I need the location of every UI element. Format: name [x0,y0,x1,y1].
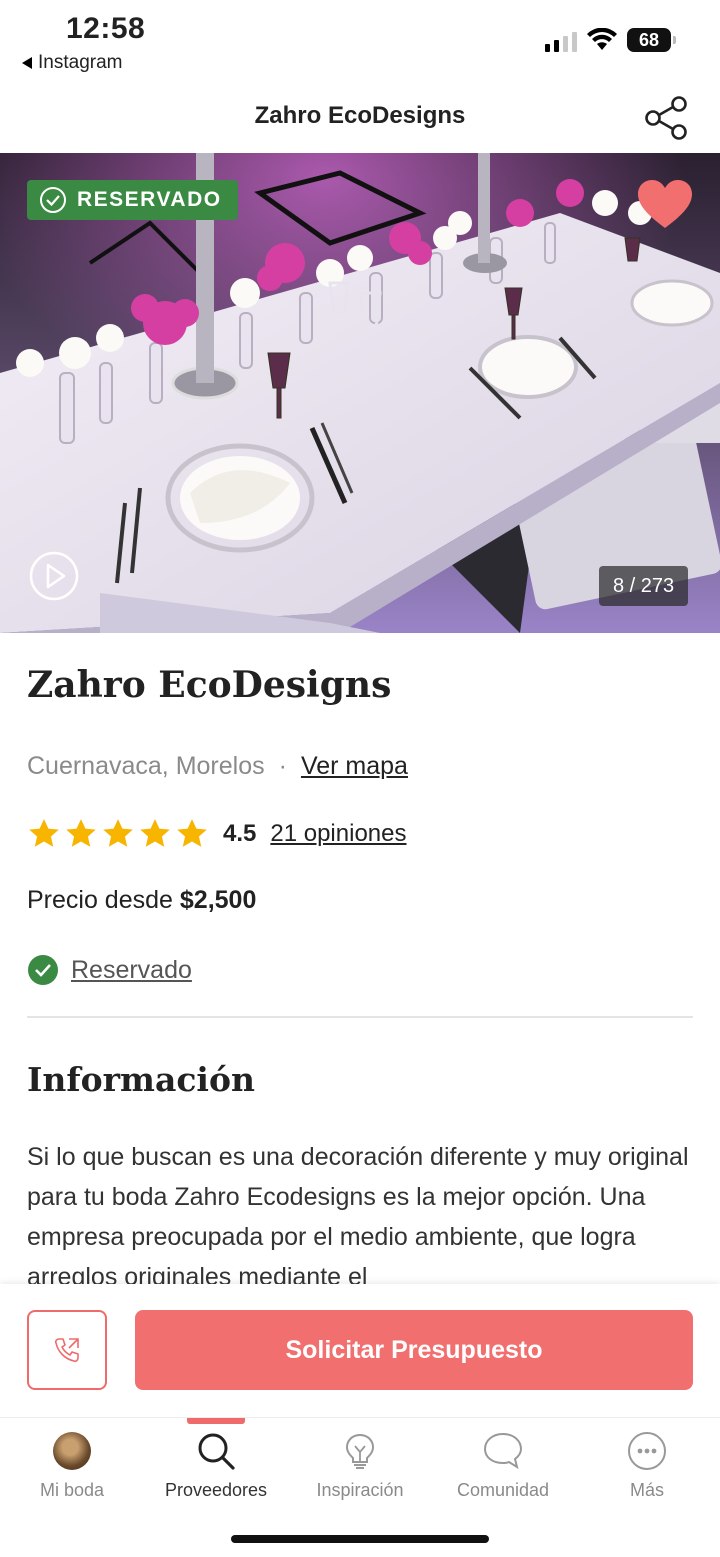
rating-value: 4.5 [223,820,257,847]
info-section-title: Información [27,1060,255,1099]
check-circle-icon [28,955,58,985]
separator-dot: · [278,752,287,780]
action-bar: Solicitar Presupuesto [0,1284,720,1417]
reviews-link[interactable]: 21 opiniones [270,820,406,848]
nav-item-proveedores[interactable]: Proveedores [144,1418,288,1518]
check-circle-icon [40,187,66,213]
location-row: Cuernavaca, Morelos · Ver mapa [27,752,408,781]
phone-icon [54,1338,79,1363]
nav-label: Comunidad [456,1480,550,1500]
star-icon [103,819,133,847]
wedding-table-photo [0,153,720,633]
more-icon [628,1432,666,1470]
request-quote-button[interactable]: Solicitar Presupuesto [135,1310,693,1390]
nav-label: Inspiración [316,1480,404,1500]
reserved-badge-label: RESERVADO [77,188,222,211]
lightbulb-icon [345,1433,375,1469]
battery-level: 68 [638,29,660,50]
vendor-name: Zahro EcoDesigns [27,664,392,706]
nav-label: Más [629,1480,664,1500]
play-video-icon[interactable] [29,551,79,601]
nav-item-inspiracion[interactable]: Inspiración [288,1418,432,1518]
avatar-icon [53,1432,91,1470]
nav-label: Proveedores [164,1480,268,1500]
battery-icon: 68 [627,28,676,52]
star-icon [177,819,207,847]
price-value: $2,500 [179,886,257,914]
back-app-label: Instagram [38,52,123,73]
chat-bubble-icon [483,1432,523,1470]
nav-label: Mi boda [39,1480,105,1500]
photo-counter: 8 / 273 [599,566,689,606]
nav-item-mi-boda[interactable]: Mi boda [0,1418,144,1518]
home-indicator[interactable] [231,1535,489,1543]
view-map-link[interactable]: Ver mapa [301,752,408,781]
share-icon[interactable] [642,94,690,142]
back-arrow-icon [22,57,32,69]
search-icon [198,1433,235,1470]
cellular-signal-icon [545,30,577,52]
heart-icon[interactable] [636,178,694,232]
info-description: Si lo que buscan es una decoración difer… [27,1143,689,1285]
call-button[interactable] [27,1310,107,1390]
price-prefix: Precio desde [27,886,173,914]
status-bar: 12:58 Instagram 68 [0,0,720,80]
rating-row: 4.5 21 opiniones [27,814,407,854]
reserved-badge: RESERVADO [27,180,238,220]
rating-stars [27,817,209,851]
nav-item-mas[interactable]: Más [575,1418,719,1518]
star-icon [140,819,170,847]
reserved-status-link[interactable]: Reservado [71,956,192,985]
top-header: Zahro EcoDesigns [0,82,720,152]
header-title: Zahro EcoDesigns [254,102,466,129]
wifi-icon [587,28,617,50]
star-icon [66,819,96,847]
nav-item-comunidad[interactable]: Comunidad [431,1418,575,1518]
back-to-app-link[interactable]: Instagram [22,52,122,74]
status-time: 12:58 [66,12,146,45]
price-row: Precio desde $2,500 [27,886,256,915]
vendor-photo-gallery[interactable]: RESERVADO 8 / 273 [0,153,720,633]
reserved-status-row[interactable]: Reservado [27,954,192,986]
vendor-location: Cuernavaca, Morelos [27,752,265,780]
section-divider [27,1016,693,1018]
star-icon [29,819,59,847]
